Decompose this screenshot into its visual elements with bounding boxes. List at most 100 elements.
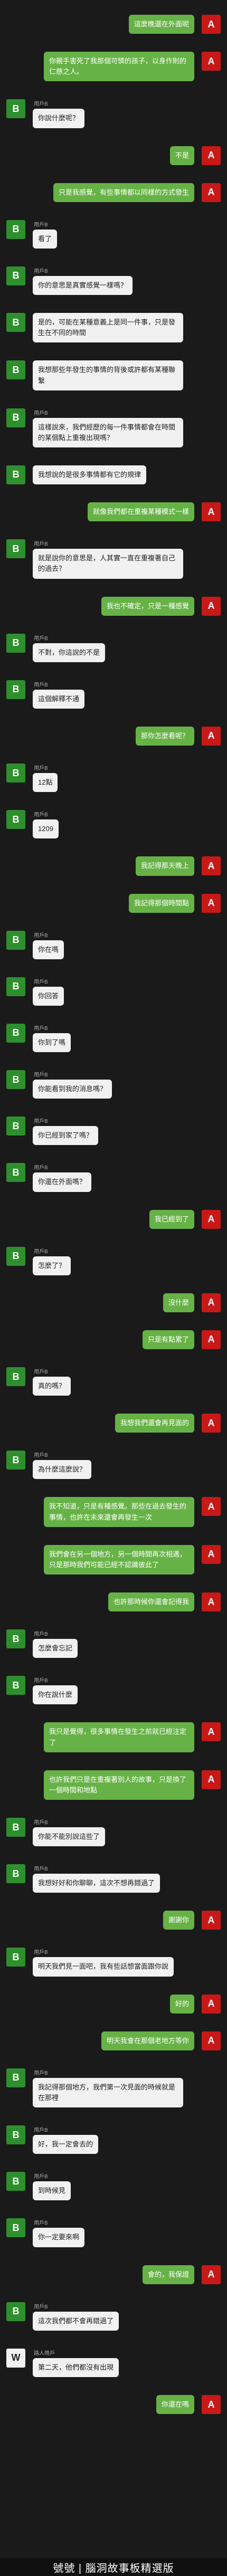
- message-bubble[interactable]: 怎麼會忘記: [33, 1639, 78, 1658]
- message-bubble[interactable]: 你到了嗎: [33, 1033, 71, 1053]
- avatar[interactable]: A: [202, 1592, 221, 1612]
- avatar[interactable]: A: [202, 183, 221, 202]
- avatar[interactable]: B: [6, 2125, 25, 2145]
- avatar[interactable]: A: [202, 2031, 221, 2050]
- message-bubble[interactable]: 是的，可能在某種意義上是同一件事，只是發生在不同的時間: [33, 313, 183, 343]
- avatar[interactable]: A: [202, 1497, 221, 1516]
- message-bubble[interactable]: 好，我一定會去的: [33, 2135, 99, 2154]
- message-bubble[interactable]: 就是說你的意思是，人其實一直在重複著自己的過去？: [33, 549, 183, 579]
- message-bubble[interactable]: 這次我們都不會再錯過了: [33, 2311, 119, 2331]
- avatar[interactable]: B: [6, 1676, 25, 1695]
- message-bubble[interactable]: 你還在外面嗎？: [33, 1172, 92, 1192]
- avatar[interactable]: A: [202, 1544, 221, 1564]
- message-bubble[interactable]: 明天我們見一面吧，我有些話想當面跟你說: [33, 1957, 174, 1977]
- message-bubble[interactable]: 你能看到我的消息嗎？: [33, 1080, 112, 1099]
- message-bubble[interactable]: 謝謝你: [163, 1911, 194, 1930]
- message-bubble[interactable]: 你能不能別說這些了: [33, 1827, 106, 1847]
- message-bubble[interactable]: 那你怎麼看呢？: [135, 726, 194, 746]
- message-bubble[interactable]: 不對，你這說的不是: [33, 643, 106, 662]
- message-bubble[interactable]: 怎麼了？: [33, 1256, 71, 1275]
- message-bubble[interactable]: 我也不確定，只是一種感覺: [101, 596, 194, 616]
- avatar[interactable]: B: [6, 313, 25, 332]
- message-bubble[interactable]: 你親手害死了我那個可憐的孩子，以身作則的仁慈之人。: [44, 52, 194, 82]
- avatar[interactable]: W: [6, 2348, 25, 2368]
- message-bubble[interactable]: 你的意思是真實感覺一樣嗎？: [33, 275, 133, 295]
- avatar[interactable]: A: [202, 1209, 221, 1229]
- message-bubble[interactable]: 也許那時候你還會記得我: [108, 1592, 194, 1612]
- message-bubble[interactable]: 真的嗎？: [33, 1377, 71, 1396]
- avatar[interactable]: B: [6, 99, 25, 119]
- avatar[interactable]: B: [6, 1163, 25, 1182]
- message-bubble[interactable]: 第二天，他們都沒有出現: [33, 2358, 119, 2377]
- avatar[interactable]: A: [202, 52, 221, 71]
- avatar[interactable]: B: [6, 1948, 25, 1967]
- message-bubble[interactable]: 你在說什麼: [33, 1685, 78, 1705]
- avatar[interactable]: B: [6, 633, 25, 653]
- message-bubble[interactable]: 我不知道，只是有種感覺。那些在過去發生的事情，也許在未來還會再發生一次: [44, 1497, 194, 1527]
- message-bubble[interactable]: 我已經到了: [149, 1209, 194, 1229]
- avatar[interactable]: B: [6, 1451, 25, 1470]
- avatar[interactable]: B: [6, 1629, 25, 1649]
- avatar[interactable]: A: [202, 1330, 221, 1349]
- avatar[interactable]: B: [6, 2302, 25, 2321]
- message-bubble[interactable]: 這樣說來，我們經歷的每一件事情都會在時間的某個點上重複出現嗎？: [33, 417, 183, 447]
- avatar[interactable]: A: [202, 2265, 221, 2284]
- avatar[interactable]: A: [202, 1414, 221, 1433]
- avatar[interactable]: B: [6, 408, 25, 427]
- message-bubble[interactable]: 我記得那個地方，我們第一次見面的時候就是在那裡: [33, 2077, 183, 2108]
- avatar[interactable]: A: [202, 1722, 221, 1742]
- avatar[interactable]: B: [6, 1117, 25, 1136]
- message-bubble[interactable]: 只是我感覺，有些事情都以同樣的方式發生: [53, 183, 194, 202]
- avatar[interactable]: B: [6, 360, 25, 380]
- message-bubble[interactable]: 我記得那個時間點: [128, 893, 194, 913]
- message-bubble[interactable]: 會的，我保證: [142, 2265, 194, 2284]
- message-bubble[interactable]: 我記得那天晚上: [135, 856, 194, 876]
- avatar[interactable]: B: [6, 764, 25, 783]
- avatar[interactable]: A: [202, 1994, 221, 2014]
- message-bubble[interactable]: 1209: [33, 819, 59, 839]
- avatar[interactable]: A: [202, 1911, 221, 1930]
- message-bubble[interactable]: 為什麼這麼說？: [33, 1460, 92, 1480]
- avatar[interactable]: B: [6, 810, 25, 829]
- message-bubble[interactable]: 明天我會在那個老地方等你: [101, 2031, 194, 2050]
- message-bubble[interactable]: 我只是覺得，很多事情在發生之前就已經注定了: [44, 1722, 194, 1752]
- avatar[interactable]: B: [6, 1367, 25, 1387]
- avatar[interactable]: B: [6, 1246, 25, 1266]
- message-bubble[interactable]: 只是有點累了: [142, 1330, 194, 1350]
- avatar[interactable]: B: [6, 220, 25, 239]
- avatar[interactable]: B: [6, 2172, 25, 2191]
- avatar[interactable]: B: [6, 680, 25, 699]
- message-bubble[interactable]: 這個解釋不通: [33, 689, 85, 709]
- avatar[interactable]: B: [6, 930, 25, 950]
- message-bubble[interactable]: 我想好好和你聊聊，這次不想再錯過了: [33, 1874, 160, 1893]
- message-bubble[interactable]: 你一定要來啊: [33, 2228, 85, 2247]
- avatar[interactable]: B: [6, 1070, 25, 1090]
- message-bubble[interactable]: 你回答: [33, 986, 64, 1006]
- avatar[interactable]: B: [6, 539, 25, 559]
- avatar[interactable]: B: [6, 2068, 25, 2087]
- avatar[interactable]: B: [6, 465, 25, 484]
- avatar[interactable]: A: [202, 1293, 221, 1312]
- message-bubble[interactable]: 好的: [169, 1994, 194, 2014]
- avatar[interactable]: A: [202, 726, 221, 746]
- avatar[interactable]: A: [202, 596, 221, 616]
- message-bubble[interactable]: 看了: [33, 229, 58, 249]
- avatar[interactable]: B: [6, 2218, 25, 2238]
- avatar[interactable]: A: [202, 856, 221, 876]
- message-bubble[interactable]: 不是: [169, 146, 194, 165]
- avatar[interactable]: A: [202, 893, 221, 913]
- message-bubble[interactable]: 你已經到家了嗎？: [33, 1126, 99, 1146]
- avatar[interactable]: B: [6, 977, 25, 996]
- message-bubble[interactable]: 到時候見: [33, 2181, 71, 2201]
- message-bubble[interactable]: 我想那些年發生的事情的背後或許都有某種聯繫: [33, 360, 183, 390]
- avatar[interactable]: A: [202, 502, 221, 522]
- avatar[interactable]: A: [202, 1770, 221, 1789]
- avatar[interactable]: A: [202, 2395, 221, 2414]
- message-bubble[interactable]: 這麼晚還在外面呢: [128, 15, 194, 34]
- message-bubble[interactable]: 你在嗎: [33, 940, 64, 959]
- message-bubble[interactable]: 沒什麼: [163, 1293, 194, 1312]
- message-bubble[interactable]: 我想說的是很多事情都有它的規律: [33, 465, 147, 485]
- message-bubble[interactable]: 就像我們都在重複某種模式一樣: [87, 502, 194, 522]
- avatar[interactable]: A: [202, 15, 221, 34]
- avatar[interactable]: B: [6, 1023, 25, 1043]
